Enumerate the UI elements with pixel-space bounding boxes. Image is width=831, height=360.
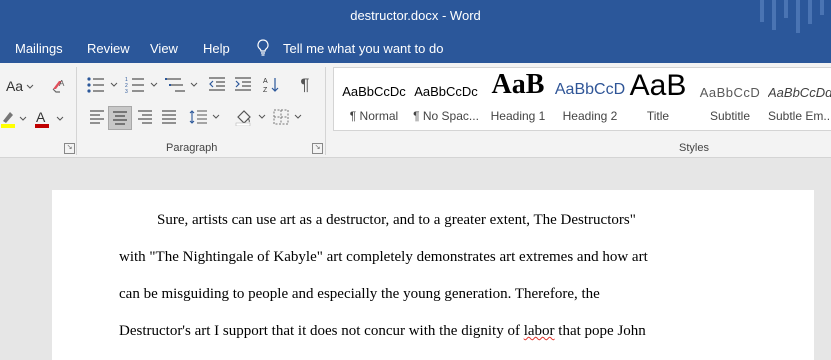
justify-icon[interactable] [158,106,180,128]
style-name: Subtle Em... [768,109,831,123]
tab-mailings[interactable]: Mailings [15,41,63,56]
styles-group-label: Styles [679,142,709,154]
align-center-icon[interactable] [108,106,132,130]
bullets-button[interactable] [84,74,120,96]
chevron-down-icon [26,84,34,89]
style-sample: AaB [491,69,545,100]
font-dialog-launcher[interactable]: ↘ [64,143,75,154]
tell-me-search[interactable]: Tell me what you want to do [283,41,443,56]
borders-button[interactable] [272,106,306,128]
document-background [0,158,831,190]
document-line: Sure, artists can use art as a destructo… [157,212,636,228]
change-case-button[interactable]: Aa [3,76,37,96]
style-sample: AaBbCcDd [768,85,831,100]
svg-text:Z: Z [263,87,268,94]
font-color-button[interactable]: A [32,108,66,130]
decorative-graphic [760,0,764,22]
document-text: Destructor's art I support that it does … [119,323,524,339]
tab-help[interactable]: Help [203,41,230,56]
decorative-graphic [808,0,812,24]
style-subtitle[interactable]: AaBbCcD Subtitle [694,68,766,130]
align-right-icon[interactable] [134,106,156,128]
tab-view[interactable]: View [150,41,178,56]
style-sample: AaBbCcDc [414,84,478,99]
window-title: destructor.docx - Word [350,8,481,23]
style-name: Subtitle [709,109,751,123]
svg-text:A: A [59,79,65,88]
style-heading-1[interactable]: AaB Heading 1 [482,68,554,130]
ribbon: Aa A A ↘ 123 AZ ¶ Paragraph ↘ AaBbCcDc ¶… [0,63,831,158]
spelling-flagged-word[interactable]: labor [524,323,555,339]
paragraph-dialog-launcher[interactable]: ↘ [312,143,323,154]
group-separator [325,67,326,155]
decorative-graphic [820,0,824,15]
group-separator [76,67,77,155]
show-formatting-marks-icon[interactable]: ¶ [294,74,316,96]
svg-text:A: A [36,109,46,125]
style-sample: AaB [629,69,687,102]
sort-icon[interactable]: AZ [260,74,282,96]
decorative-graphic [796,0,800,33]
style-name: ¶ Normal [349,109,399,123]
align-left-icon[interactable] [86,106,108,128]
style-no-spacing[interactable]: AaBbCcDc ¶ No Spac... [410,68,482,130]
styles-gallery: AaBbCcDc ¶ Normal AaBbCcDc ¶ No Spac... … [333,67,831,131]
change-case-label: Aa [5,78,24,94]
style-name: Heading 2 [562,109,618,123]
document-line: with "The Nightingale of Kabyle" art com… [119,249,648,265]
decorative-graphic [772,0,776,30]
document-line: can be misguiding to people and especial… [119,286,600,302]
clear-formatting-icon[interactable]: A [48,76,70,96]
style-sample: AaBbCcD [554,81,626,98]
lightbulb-icon[interactable] [256,39,270,59]
numbering-button[interactable]: 123 [124,74,160,96]
text-highlight-button[interactable] [0,108,28,130]
style-heading-2[interactable]: AaBbCcD Heading 2 [554,68,626,130]
shading-button[interactable] [234,106,268,128]
multilevel-list-button[interactable] [164,74,200,96]
increase-indent-icon[interactable] [232,74,254,96]
line-spacing-button[interactable] [188,106,222,128]
svg-text:3: 3 [125,89,128,94]
decorative-graphic [784,0,788,18]
document-line: Destructor's art I support that it does … [119,323,646,340]
style-normal[interactable]: AaBbCcDc ¶ Normal [338,68,410,130]
paragraph-group-label: Paragraph [166,142,218,154]
tab-review[interactable]: Review [87,41,130,56]
decrease-indent-icon[interactable] [206,74,228,96]
svg-text:A: A [263,78,268,85]
style-name: Title [646,109,670,123]
style-sample: AaBbCcD [699,85,761,100]
title-bar: destructor.docx - Word [0,0,831,33]
style-name: ¶ No Spac... [413,109,479,123]
style-title[interactable]: AaB Title [626,68,690,130]
style-subtle-emphasis[interactable]: AaBbCcDd Subtle Em... [768,68,831,130]
style-name: Heading 1 [490,109,546,123]
document-text: that pope John [554,323,646,339]
style-sample: AaBbCcDc [342,84,406,99]
ribbon-tabs: Mailings Review View Help Tell me what y… [0,33,831,63]
vertical-scrollbar[interactable] [814,190,831,360]
document-page[interactable]: Sure, artists can use art as a destructo… [52,190,814,360]
